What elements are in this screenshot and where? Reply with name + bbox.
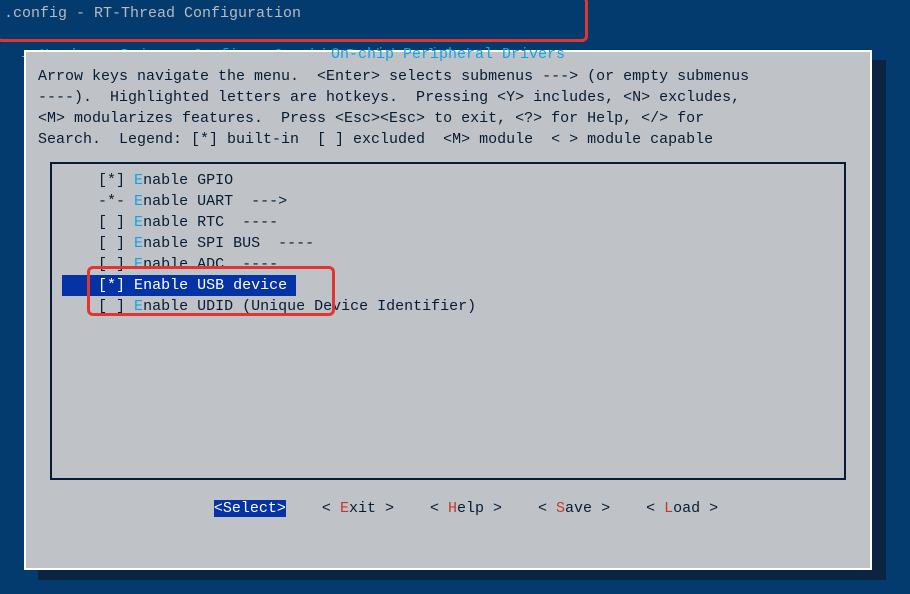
option-enable-adc[interactable]: [ ] Enable ADC ---- (52, 254, 844, 275)
window-title: .config - RT-Thread Configuration (0, 0, 910, 24)
help-line: Search. Legend: [*] built-in [ ] exclude… (38, 131, 713, 148)
button-bar: <Select> < Exit > < Help > < Save > < Lo… (26, 480, 870, 519)
options-list: [*] Enable GPIO -*- Enable UART ---> [ ]… (50, 162, 846, 480)
help-text: Arrow keys navigate the menu. <Enter> se… (26, 52, 870, 156)
option-enable-rtc[interactable]: [ ] Enable RTC ---- (52, 212, 844, 233)
load-button[interactable]: L (664, 500, 673, 517)
exit-button[interactable]: E (340, 500, 349, 517)
option-enable-gpio[interactable]: [*] Enable GPIO (52, 170, 844, 191)
panel-title: On-chip Peripheral Drivers (26, 44, 870, 65)
option-enable-spi-bus[interactable]: [ ] Enable SPI BUS ---- (52, 233, 844, 254)
option-enable-usb-device[interactable]: [*] Enable USB device (52, 275, 844, 296)
config-panel: On-chip Peripheral Drivers Arrow keys na… (24, 50, 872, 570)
option-enable-uart[interactable]: -*- Enable UART ---> (52, 191, 844, 212)
save-button[interactable]: S (556, 500, 565, 517)
help-line: ----). Highlighted letters are hotkeys. … (38, 89, 740, 106)
help-button[interactable]: H (448, 500, 457, 517)
help-line: <M> modularizes features. Press <Esc><Es… (38, 110, 704, 127)
option-enable-udid[interactable]: [ ] Enable UDID (Unique Device Identifie… (52, 296, 844, 317)
help-line: Arrow keys navigate the menu. <Enter> se… (38, 68, 749, 85)
select-button[interactable]: <Select> (214, 500, 286, 517)
